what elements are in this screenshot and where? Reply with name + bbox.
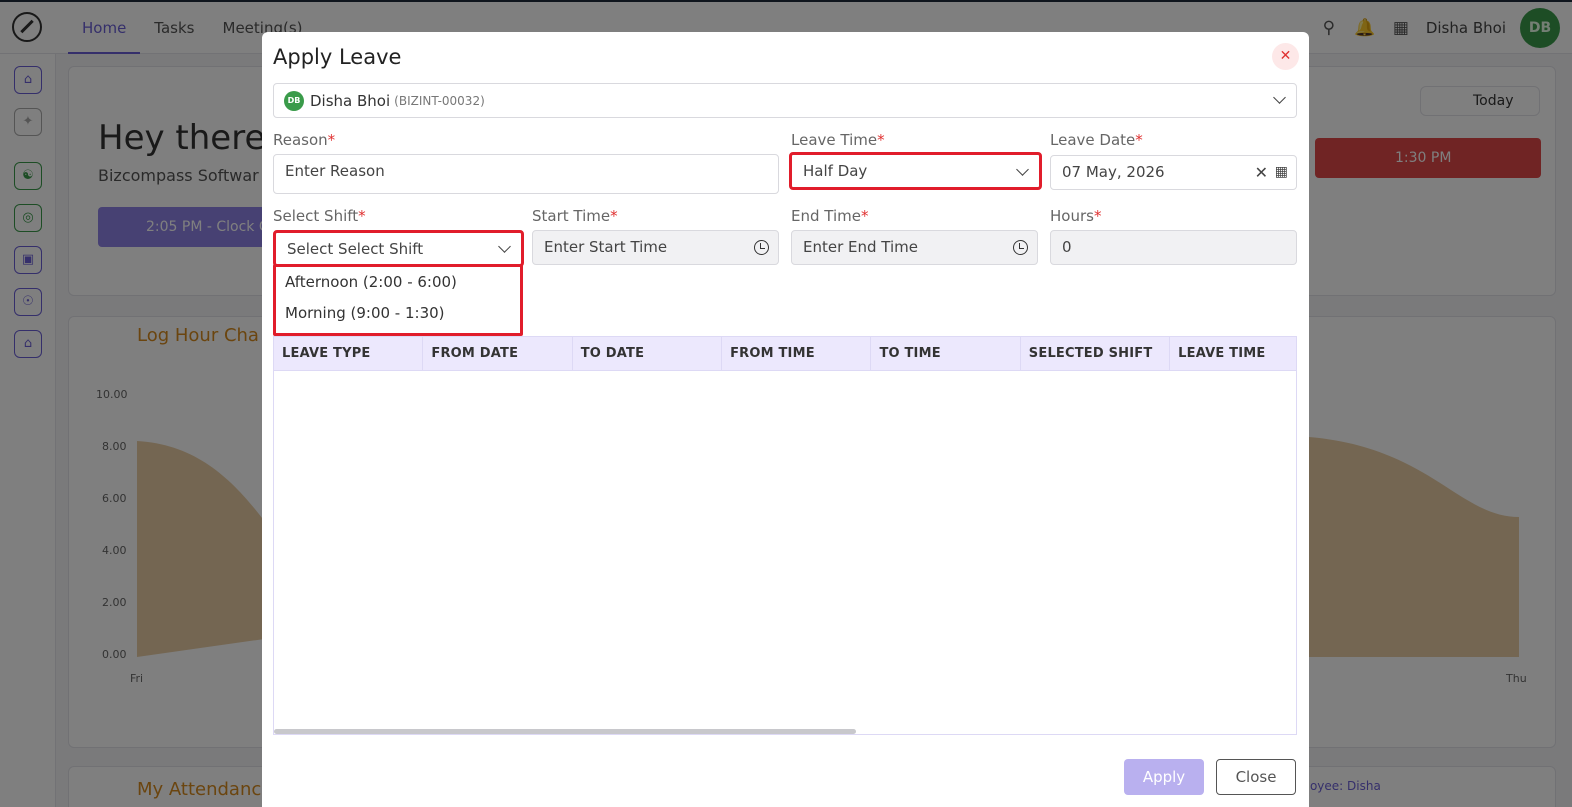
close-button[interactable]: Close [1216,759,1296,795]
leave-table: LEAVE TYPE FROM DATE TO DATE FROM TIME T… [273,336,1297,735]
reason-label: Reason* [273,131,336,149]
chevron-down-icon [1016,163,1029,176]
apply-leave-modal: Apply Leave ✕ DB Disha Bhoi (BIZINT-0003… [262,32,1309,807]
clear-date-icon[interactable]: ✕ [1255,156,1268,189]
column-header: TO TIME [871,337,1021,370]
employee-code: (BIZINT-00032) [394,93,485,108]
shift-option-afternoon[interactable]: Afternoon (2:00 - 6:00) [276,267,520,298]
start-time-input[interactable]: Enter Start Time [532,230,779,265]
modal-title: Apply Leave [273,45,402,69]
leave-time-label: Leave Time* [791,131,885,149]
employee-avatar: DB [284,90,304,111]
calendar-icon[interactable]: ▦ [1275,156,1288,189]
chevron-down-icon [498,240,511,253]
column-header: TO DATE [573,337,723,370]
leave-date-input[interactable]: 07 May, 2026 ✕ ▦ [1050,155,1297,190]
end-time-label: End Time* [791,207,869,225]
column-header: FROM TIME [722,337,872,370]
select-shift-label: Select Shift* [273,207,366,225]
leave-time-select[interactable]: Half Day [789,152,1042,190]
reason-textarea[interactable]: Enter Reason [273,154,779,194]
employee-select[interactable]: DB Disha Bhoi (BIZINT-00032) [273,83,1297,118]
hours-input[interactable]: 0 [1050,230,1297,265]
select-shift-dropdown[interactable]: Select Select Shift [273,230,524,267]
column-header: LEAVE TYPE [274,337,424,370]
clock-icon [754,240,769,255]
employee-name: Disha Bhoi [310,91,391,110]
horizontal-scrollbar[interactable] [274,729,856,734]
start-time-label: Start Time* [532,207,618,225]
shift-options-list: Afternoon (2:00 - 6:00) Morning (9:00 - … [273,264,523,336]
end-time-input[interactable]: Enter End Time [791,230,1038,265]
chevron-down-icon [1273,91,1286,104]
column-header: FROM DATE [423,337,573,370]
shift-option-morning[interactable]: Morning (9:00 - 1:30) [276,298,520,329]
table-header: LEAVE TYPE FROM DATE TO DATE FROM TIME T… [274,337,1296,371]
clock-icon [1013,240,1028,255]
apply-button[interactable]: Apply [1124,759,1204,795]
close-icon[interactable]: ✕ [1272,43,1299,70]
column-header: LEAVE TIME [1178,346,1266,361]
hours-label: Hours* [1050,207,1102,225]
column-header: SELECTED SHIFT [1021,337,1171,370]
leave-date-label: Leave Date* [1050,131,1143,149]
